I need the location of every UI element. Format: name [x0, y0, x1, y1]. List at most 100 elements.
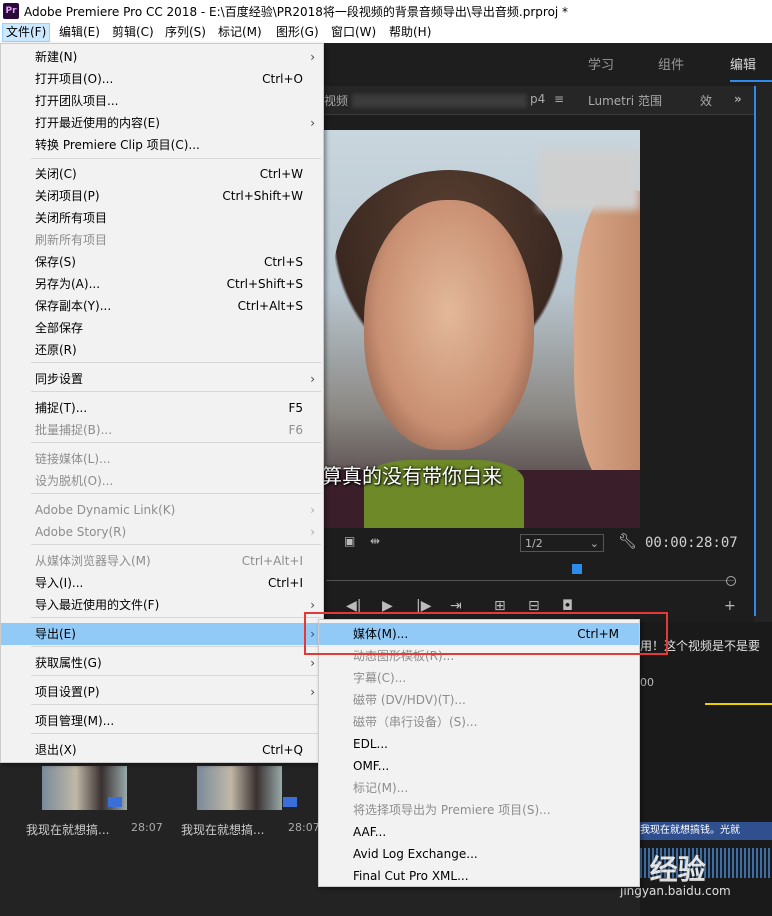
more-tabs-icon[interactable]: » — [734, 92, 742, 106]
export-submenu-item[interactable]: EDL... — [319, 733, 639, 755]
menu-separator — [31, 442, 321, 443]
menu-item-label: 全部保存 — [35, 321, 84, 335]
clip-name-2[interactable]: 我现在就想搞... — [181, 821, 264, 838]
menu-item-label: AAF... — [353, 825, 387, 839]
file-menu-item[interactable]: 全部保存 — [1, 317, 323, 339]
wrench-icon[interactable]: 🔧︎ — [618, 532, 637, 550]
export-submenu-item[interactable]: AAF... — [319, 821, 639, 843]
menu-clip[interactable]: 剪辑(C) — [112, 24, 154, 41]
file-menu-item[interactable]: 链接媒体(L)... — [1, 448, 323, 470]
file-menu-item[interactable]: 新建(N) › — [1, 46, 323, 68]
file-menu-item[interactable]: 打开最近使用的内容(E) › — [1, 112, 323, 134]
file-menu-item[interactable]: 导出(E) › — [1, 623, 323, 645]
menu-item-label: 磁带（串行设备）(S)... — [353, 715, 478, 729]
workspace-learn[interactable]: 学习 — [588, 54, 614, 73]
file-menu-item[interactable]: Adobe Story(R) › — [1, 521, 323, 543]
file-menu-item[interactable]: 导入最近使用的文件(F) › — [1, 594, 323, 616]
export-submenu-item[interactable]: 字幕(C)... — [319, 667, 639, 689]
file-menu-item[interactable]: 打开团队项目... — [1, 90, 323, 112]
file-menu-item[interactable]: 设为脱机(O)... — [1, 470, 323, 492]
file-menu-item[interactable]: 刷新所有项目 — [1, 229, 323, 251]
menu-item-shortcut: F6 — [288, 423, 303, 437]
file-menu-item[interactable]: 关闭所有项目 — [1, 207, 323, 229]
menu-item-label: 捕捉(T)... — [35, 401, 88, 415]
chevron-right-icon: › — [310, 503, 315, 517]
export-submenu-item[interactable]: 磁带（串行设备）(S)... — [319, 711, 639, 733]
workspace-editing[interactable]: 编辑 — [730, 54, 756, 73]
file-menu-item[interactable]: 同步设置 › — [1, 368, 323, 390]
playback-resolution-select[interactable]: 1/2 ⌄ — [520, 534, 604, 552]
menu-item-shortcut: F5 — [288, 401, 303, 415]
export-submenu-item[interactable]: Avid Log Exchange... — [319, 843, 639, 865]
menu-file[interactable]: 文件(F) — [2, 23, 51, 42]
file-menu-item[interactable]: 退出(X) Ctrl+Q — [1, 739, 323, 761]
file-menu-item[interactable]: 从媒体浏览器导入(M) Ctrl+Alt+I — [1, 550, 323, 572]
chevron-right-icon: › — [310, 50, 315, 64]
menu-marker[interactable]: 标记(M) — [218, 24, 262, 41]
file-menu-item[interactable]: 捕捉(T)... F5 — [1, 397, 323, 419]
menu-edit[interactable]: 编辑(E) — [59, 24, 100, 41]
file-menu-item[interactable]: 保存副本(Y)... Ctrl+Alt+S — [1, 295, 323, 317]
tab-effects[interactable]: 效 — [700, 92, 712, 109]
menu-item-label: 关闭(C) — [35, 167, 77, 181]
scrub-end-handle[interactable] — [726, 576, 736, 586]
menu-item-label: 关闭所有项目 — [35, 211, 108, 225]
tab-program-prefix[interactable]: 视频 — [324, 92, 348, 109]
menu-item-label: 还原(R) — [35, 343, 77, 357]
menu-item-shortcut: Ctrl+Shift+W — [222, 189, 303, 203]
sequence-badge-icon — [108, 797, 122, 807]
scrub-bar[interactable] — [326, 580, 734, 581]
add-button-icon[interactable]: + — [724, 598, 736, 614]
file-menu-item[interactable]: 项目设置(P) › — [1, 681, 323, 703]
file-menu-item[interactable]: 批量捕捉(B)... F6 — [1, 419, 323, 441]
export-submenu-item[interactable]: 将选择项导出为 Premiere 项目(S)... — [319, 799, 639, 821]
file-menu-item[interactable]: 导入(I)... Ctrl+I — [1, 572, 323, 594]
menu-item-shortcut: Ctrl+Alt+S — [237, 299, 303, 313]
menu-item-label: 项目设置(P) — [35, 685, 100, 699]
menu-separator — [31, 733, 321, 734]
export-submenu-item[interactable]: 标记(M)... — [319, 777, 639, 799]
menu-separator — [31, 544, 321, 545]
playhead-marker[interactable] — [572, 564, 582, 574]
file-menu-item[interactable]: 保存(S) Ctrl+S — [1, 251, 323, 273]
clip-thumbnail-2[interactable] — [197, 766, 282, 810]
timeline-clip[interactable]: 我现在就想搞钱。光就 — [640, 822, 772, 840]
workspace-bar: 学习 组件 编辑 — [324, 43, 772, 83]
file-menu-item[interactable]: 还原(R) — [1, 339, 323, 361]
file-menu-item[interactable]: 另存为(A)... Ctrl+Shift+S — [1, 273, 323, 295]
title-bar: Pr Adobe Premiere Pro CC 2018 - E:\百度经验\… — [0, 0, 772, 22]
audio-badge-icon — [283, 797, 297, 807]
file-menu-item[interactable]: 打开项目(O)... Ctrl+O — [1, 68, 323, 90]
playhead-timecode[interactable]: 00:00:28:07 — [645, 535, 738, 551]
menu-sequence[interactable]: 序列(S) — [165, 24, 206, 41]
clip-duration-1: 28:07 — [131, 821, 163, 834]
export-submenu-item[interactable]: Final Cut Pro XML... — [319, 865, 639, 887]
chevron-right-icon: › — [310, 372, 315, 386]
file-menu-item[interactable]: 项目管理(M)... — [1, 710, 323, 732]
menu-window[interactable]: 窗口(W) — [331, 24, 376, 41]
menu-separator — [31, 391, 321, 392]
tab-lumetri-scopes[interactable]: Lumetri 范围 — [588, 92, 662, 109]
menu-item-label: Final Cut Pro XML... — [353, 869, 469, 883]
export-submenu-item[interactable]: 磁带 (DV/HDV)(T)... — [319, 689, 639, 711]
menu-help[interactable]: 帮助(H) — [389, 24, 431, 41]
step-icon[interactable]: ⇹ — [370, 534, 380, 548]
workspace-assembly[interactable]: 组件 — [658, 54, 684, 73]
file-menu-item[interactable]: 获取属性(G) › — [1, 652, 323, 674]
tab-program-suffix[interactable]: p4 — [530, 92, 545, 106]
menu-item-label: 打开团队项目... — [35, 94, 119, 108]
file-menu-item[interactable]: 关闭项目(P) Ctrl+Shift+W — [1, 185, 323, 207]
export-submenu-item[interactable]: OMF... — [319, 755, 639, 777]
clip-name-1[interactable]: 我现在就想搞... — [26, 821, 109, 838]
file-menu: 新建(N) › 打开项目(O)... Ctrl+O 打开团队项目... 打开最近使用的内容… — [0, 43, 324, 763]
menu-graphics[interactable]: 图形(G) — [276, 24, 319, 41]
file-menu-item[interactable]: 转换 Premiere Clip 项目(C)... — [1, 134, 323, 156]
menu-separator — [31, 362, 321, 363]
safe-margins-icon[interactable]: ▣ — [344, 534, 355, 548]
menu-item-label: 从媒体浏览器导入(M) — [35, 554, 151, 568]
tab-menu-icon[interactable]: ≡ — [554, 92, 564, 106]
work-area-bar[interactable] — [705, 703, 772, 705]
file-menu-item[interactable]: 关闭(C) Ctrl+W — [1, 163, 323, 185]
menu-separator — [31, 646, 321, 647]
file-menu-item[interactable]: Adobe Dynamic Link(K) › — [1, 499, 323, 521]
